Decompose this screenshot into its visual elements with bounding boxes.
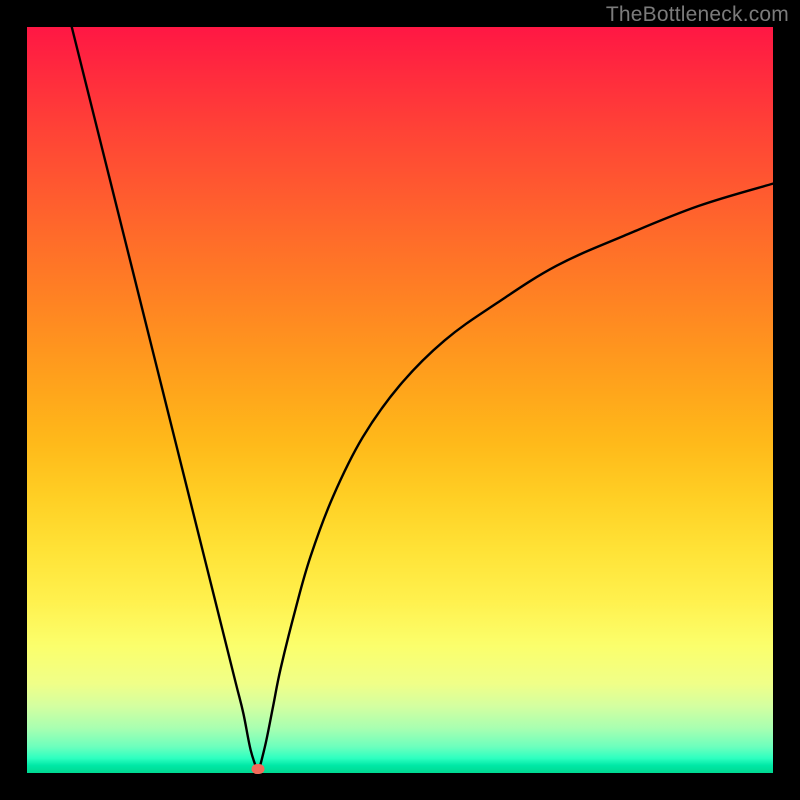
bottleneck-curve bbox=[27, 27, 773, 773]
curve-left-branch bbox=[72, 27, 259, 773]
chart-frame: TheBottleneck.com bbox=[0, 0, 800, 800]
curve-right-branch bbox=[258, 184, 773, 773]
watermark-text: TheBottleneck.com bbox=[606, 3, 789, 27]
minimum-marker bbox=[252, 764, 265, 774]
